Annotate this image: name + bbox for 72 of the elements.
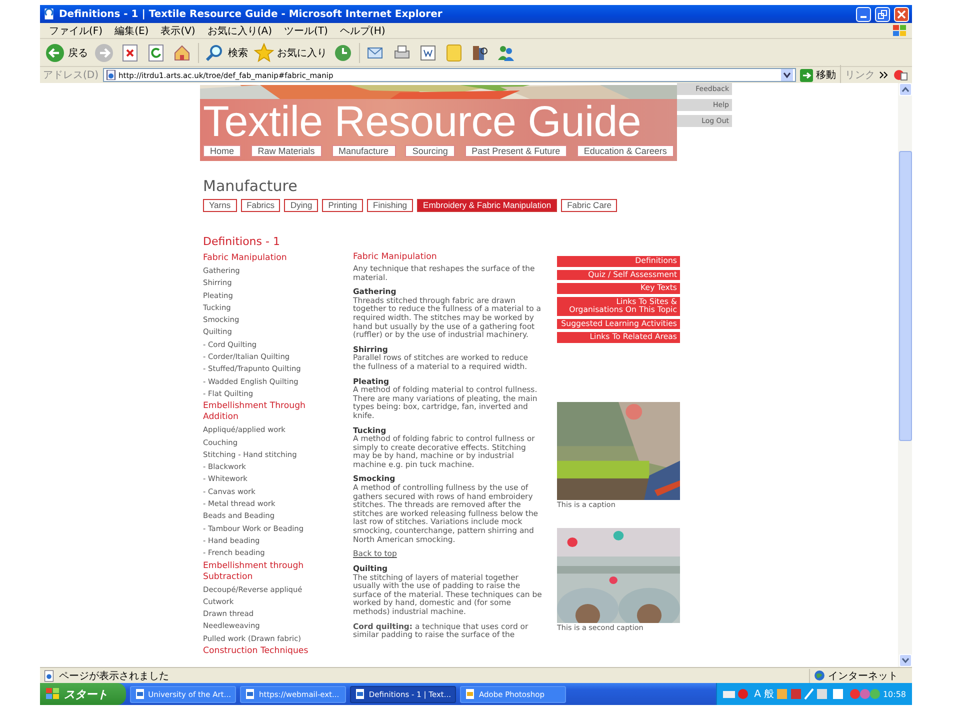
history-icon[interactable]	[333, 42, 353, 62]
category-tab[interactable]: Finishing	[367, 199, 414, 212]
minimize-icon	[860, 16, 867, 18]
window-icon	[465, 689, 475, 699]
dropdown-icon[interactable]	[781, 69, 793, 81]
site-title: Textile Resource Guide	[203, 99, 641, 145]
ime-mode-text: A	[754, 688, 761, 700]
chevron-icon[interactable]	[879, 70, 889, 80]
scroll-down-button[interactable]	[898, 654, 912, 667]
nav-link[interactable]: Home	[203, 145, 242, 157]
page-heading: Definitions - 1	[203, 235, 281, 248]
close-icon	[897, 10, 906, 18]
minimize-button[interactable]	[856, 6, 871, 22]
nav-link[interactable]: Manufacture	[332, 145, 396, 157]
go-button[interactable]: 移動	[800, 68, 836, 82]
status-text: ページが表示されました	[59, 670, 170, 682]
sidebar-heading[interactable]: Embellishment through Subtraction	[203, 560, 343, 584]
menu-item[interactable]: ファイル(F)	[44, 24, 108, 38]
menu-item[interactable]: ツール(T)	[279, 24, 333, 38]
nav-link[interactable]: Past Present & Future	[464, 145, 568, 157]
article-title: Fabric Manipulation	[353, 252, 438, 262]
menu-item[interactable]: お気に入り(A)	[202, 24, 277, 38]
scrollbar-thumb[interactable]	[898, 151, 912, 441]
menu-item[interactable]: 編集(E)	[110, 24, 154, 38]
close-button[interactable]	[894, 6, 909, 22]
search-icon	[205, 42, 225, 62]
restore-button[interactable]	[875, 6, 890, 22]
caret-up-icon	[902, 87, 908, 92]
scrollbar[interactable]	[898, 83, 912, 667]
category-tab[interactable]: Embroidery & Fabric Manipulation	[417, 199, 558, 212]
nav-link[interactable]: Raw Materials	[250, 145, 322, 157]
zone-text: インターネット	[828, 670, 898, 682]
home-icon[interactable]	[172, 42, 192, 62]
globe-icon	[814, 670, 825, 681]
windows-logo-icon	[892, 24, 908, 38]
refresh-icon[interactable]	[146, 42, 166, 62]
scroll-up-button[interactable]	[898, 83, 912, 96]
page-icon	[43, 8, 55, 20]
category-tab[interactable]: Printing	[322, 199, 364, 212]
window-icon	[135, 689, 144, 699]
menu-item[interactable]: 表示(V)	[156, 24, 200, 38]
window-title: Definitions - 1 | Textile Resource Guide - Microsoft Internet Explorer	[59, 8, 444, 20]
window-icon	[355, 689, 365, 699]
stop-icon[interactable]	[120, 42, 140, 62]
caret-down-icon	[902, 658, 908, 663]
nav-link[interactable]: Education & Careers	[576, 145, 674, 157]
tray-icons-drawing	[850, 688, 880, 700]
category-tab[interactable]: Dying	[284, 199, 318, 212]
ime-kanji-text: 般	[764, 688, 774, 701]
translate-icon[interactable]	[893, 68, 909, 82]
edit-icon[interactable]	[418, 42, 438, 62]
search-button[interactable]: 検索	[205, 42, 248, 62]
page-icon	[106, 70, 116, 80]
windows-logo-icon	[46, 688, 60, 700]
section-title: Manufacture	[203, 177, 298, 195]
address-label: アドレス(D)	[43, 69, 99, 82]
sidebar-heading[interactable]: Embellishment Through Addition	[203, 400, 343, 424]
back-button[interactable]: 戻る	[45, 42, 88, 62]
window-icon	[245, 689, 255, 699]
sidebar-heading[interactable]: Construction Techniques	[203, 645, 343, 658]
start-button[interactable]: スタート	[40, 683, 126, 705]
clock: 10:58	[882, 690, 906, 698]
favorites-button[interactable]: お気に入り	[254, 42, 327, 62]
page-icon	[43, 670, 55, 682]
restore-icon	[878, 10, 887, 18]
category-tab[interactable]: Yarns	[203, 199, 237, 212]
nav-link[interactable]: Sourcing	[405, 145, 455, 157]
sidebar-heading[interactable]: Fabric Manipulation	[203, 252, 343, 265]
star-icon	[254, 42, 274, 62]
menu-item[interactable]: ヘルプ(H)	[334, 24, 390, 38]
category-tab[interactable]: Fabric Care	[561, 199, 618, 212]
category-tab[interactable]: Fabrics	[240, 199, 280, 212]
